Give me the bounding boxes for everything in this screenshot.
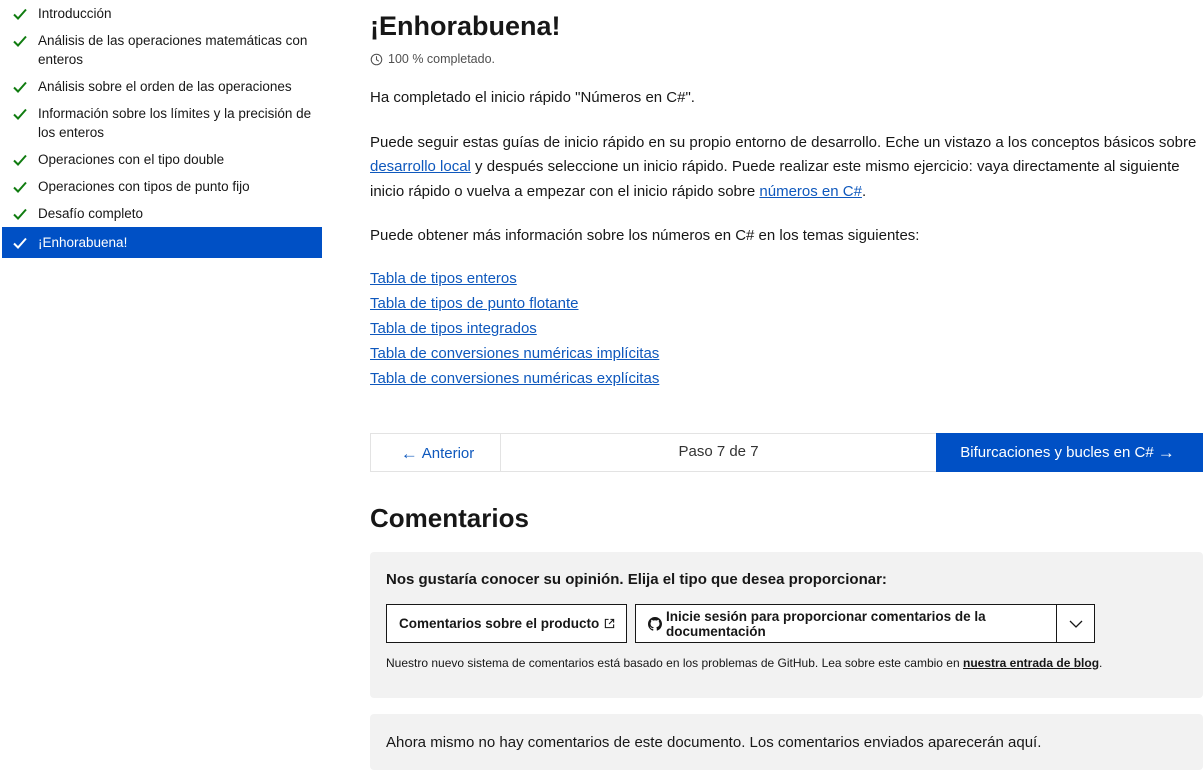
main-content: ¡Enhorabuena! 100 % completado. Ha compl… — [370, 0, 1203, 770]
local-development-link[interactable]: desarrollo local — [370, 158, 471, 175]
sidebar-item[interactable]: ¡Enhorabuena! — [2, 227, 322, 258]
github-signin-button[interactable]: Inicie sesión para proporcionar comentar… — [635, 604, 1095, 643]
sidebar-item-label: ¡Enhorabuena! — [38, 235, 128, 250]
sidebar-item[interactable]: Introducción — [2, 0, 322, 27]
tutorial-sidebar: Introducción Análisis de las operaciones … — [2, 0, 322, 258]
link-builtin-types[interactable]: Tabla de tipos integrados — [370, 316, 537, 341]
external-link-icon — [605, 618, 615, 629]
previous-label: Anterior — [421, 445, 475, 462]
checkmark-icon — [13, 154, 27, 166]
next-label: Bifurcaciones y bucles en C# — [960, 444, 1154, 461]
page: Introducción Análisis de las operaciones … — [0, 0, 1203, 770]
link-floating-point-types[interactable]: Tabla de tipos de punto flotante — [370, 291, 579, 316]
product-feedback-button[interactable]: Comentarios sobre el producto — [386, 604, 627, 643]
chevron-down-icon[interactable] — [1056, 605, 1094, 642]
next-steps-paragraph: Puede seguir estas guías de inicio rápid… — [370, 131, 1203, 205]
link-implicit-conversions[interactable]: Tabla de conversiones numéricas implícit… — [370, 341, 659, 366]
completion-message: Ha completado el inicio rápido "Números … — [370, 89, 695, 106]
related-links: Tabla de tipos enteros Tabla de tipos de… — [370, 266, 1203, 391]
sidebar-item[interactable]: Análisis sobre el orden de las operacion… — [2, 73, 322, 100]
github-icon — [648, 616, 662, 631]
page-title: ¡Enhorabuena! — [370, 11, 561, 41]
next-button[interactable]: Bifurcaciones y bucles en C# → — [936, 433, 1203, 472]
feedback-panel: Nos gustaría conocer su opinión. Elija e… — [370, 552, 1203, 698]
next-steps-text-c: . — [861, 182, 867, 200]
numbers-csharp-link[interactable]: números en C# — [759, 183, 862, 200]
sidebar-item-label: Información sobre los límites y la preci… — [38, 106, 312, 140]
sidebar-item-label: Desafío completo — [38, 206, 144, 221]
feedback-note-text: Nuestro nuevo sistema de comentarios est… — [386, 656, 963, 670]
sidebar-item-label: Operaciones con el tipo double — [38, 152, 225, 167]
previous-button[interactable]: ← Anterior — [371, 434, 501, 471]
sidebar-item[interactable]: Información sobre los límites y la preci… — [2, 100, 322, 146]
sidebar-item-label: Introducción — [38, 6, 112, 21]
arrow-right-icon: → — [1157, 442, 1175, 462]
checkmark-icon — [13, 181, 27, 193]
blog-post-link[interactable]: nuestra entrada de blog — [963, 656, 1099, 670]
feedback-question: Nos gustaría conocer su opinión. Elija e… — [386, 571, 887, 588]
sidebar-item-label: Análisis de las operaciones matemáticas … — [38, 33, 308, 67]
comments-heading: Comentarios — [370, 503, 529, 533]
clock-icon — [370, 53, 383, 65]
arrow-left-icon: ← — [400, 443, 418, 463]
progress-indicator: 100 % completado. — [370, 52, 1203, 66]
sidebar-item[interactable]: Operaciones con el tipo double — [2, 146, 322, 173]
progress-text: 100 % completado. — [388, 52, 496, 66]
checkmark-icon — [13, 35, 27, 47]
next-steps-text-a: Puede seguir estas guías de inicio rápid… — [370, 133, 1197, 151]
checkmark-icon — [13, 81, 27, 93]
sidebar-item-label: Operaciones con tipos de punto fijo — [38, 179, 250, 194]
sidebar-item[interactable]: Análisis de las operaciones matemáticas … — [2, 27, 322, 73]
sidebar-item-label: Análisis sobre el orden de las operacion… — [38, 79, 292, 94]
link-integral-types[interactable]: Tabla de tipos enteros — [370, 266, 517, 291]
feedback-note-end: . — [1099, 656, 1103, 670]
link-explicit-conversions[interactable]: Tabla de conversiones numéricas explícit… — [370, 366, 659, 391]
checkmark-icon — [13, 208, 27, 220]
feedback-note: Nuestro nuevo sistema de comentarios est… — [386, 656, 1187, 670]
sidebar-list: Introducción Análisis de las operaciones … — [2, 0, 322, 258]
sidebar-item[interactable]: Desafío completo — [2, 200, 322, 227]
feedback-buttons: Comentarios sobre el producto Inicie ses… — [386, 604, 1187, 643]
checkmark-icon — [13, 8, 27, 20]
step-navigation: ← Anterior Paso 7 de 7 Bifurcaciones y b… — [370, 433, 1203, 472]
checkmark-icon — [13, 108, 27, 120]
sidebar-item[interactable]: Operaciones con tipos de punto fijo — [2, 173, 322, 200]
no-comments-panel: Ahora mismo no hay comentarios de este d… — [370, 714, 1203, 770]
checkmark-icon — [13, 237, 27, 249]
product-feedback-label: Comentarios sobre el producto — [399, 616, 600, 631]
step-counter: Paso 7 de 7 — [678, 443, 759, 460]
more-info-paragraph: Puede obtener más información sobre los … — [370, 227, 920, 244]
github-signin-label: Inicie sesión para proporcionar comentar… — [666, 608, 986, 639]
